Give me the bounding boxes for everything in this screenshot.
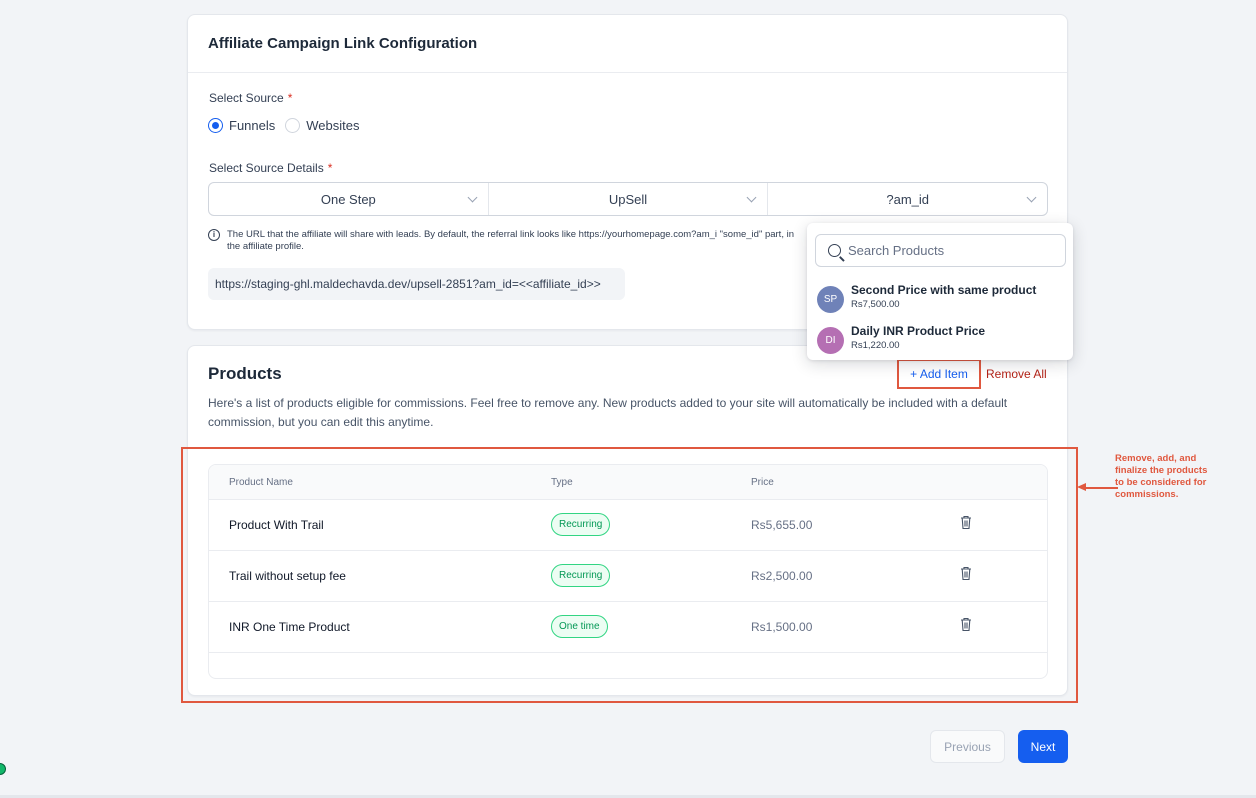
product-name: Product With Trail xyxy=(229,518,324,532)
dropdown-item[interactable]: SP Second Price with same product Rs7,50… xyxy=(817,283,1067,319)
radio-websites[interactable] xyxy=(285,118,301,133)
products-description: Here's a list of products eligible for c… xyxy=(208,396,1008,429)
column-product-name: Product Name xyxy=(229,477,293,488)
type-badge: Recurring xyxy=(551,564,611,587)
trash-icon[interactable] xyxy=(960,515,972,530)
table-row: INR One Time Product One time Rs1,500.00 xyxy=(209,602,1047,653)
product-price: Rs5,655.00 xyxy=(751,518,813,532)
annotation-arrow-head xyxy=(1077,483,1086,491)
select-source-details-label: Select Source Details * xyxy=(209,161,333,175)
chevron-down-icon xyxy=(1026,192,1037,203)
generated-url[interactable]: https://staging-ghl.maldechavda.dev/upse… xyxy=(208,268,625,300)
param-select-value: ?am_id xyxy=(886,191,929,207)
select-source-label: Select Source * xyxy=(209,91,293,105)
product-price: Rs1,500.00 xyxy=(751,620,813,634)
config-card-title: Affiliate Campaign Link Configuration xyxy=(208,35,478,52)
dropdown-item[interactable]: DI Daily INR Product Price Rs1,220.00 xyxy=(817,324,1067,360)
url-info-text: The URL that the affiliate will share wi… xyxy=(227,229,794,252)
dropdown-item-price: Rs1,220.00 xyxy=(851,340,900,351)
table-header: Product Name Type Price xyxy=(209,465,1047,500)
dropdown-item-name: Daily INR Product Price xyxy=(851,324,986,338)
source-details-selects: One Step UpSell ?am_id xyxy=(208,182,1048,216)
product-search-dropdown: Search Products SP Second Price with sam… xyxy=(807,223,1073,360)
source-radio-group: Funnels Websites xyxy=(208,118,365,133)
step-select[interactable]: UpSell xyxy=(489,183,769,215)
search-products-input[interactable]: Search Products xyxy=(815,234,1066,267)
table-row: Trail without setup fee Recurring Rs2,50… xyxy=(209,551,1047,602)
products-table: Product Name Type Price Product With Tra… xyxy=(208,464,1048,679)
radio-websites-label[interactable]: Websites xyxy=(306,118,359,133)
info-icon: i xyxy=(208,229,220,241)
funnel-select-value: One Step xyxy=(320,191,376,207)
previous-button[interactable]: Previous xyxy=(930,730,1005,763)
search-icon xyxy=(828,244,841,257)
chevron-down-icon xyxy=(467,192,478,203)
step-select-value: UpSell xyxy=(608,191,648,207)
products-title: Products xyxy=(208,364,282,383)
url-info: i The URL that the affiliate will share … xyxy=(208,229,808,253)
param-select[interactable]: ?am_id xyxy=(768,183,1047,215)
search-placeholder: Search Products xyxy=(848,243,945,258)
radio-funnels[interactable] xyxy=(208,118,223,133)
add-item-button[interactable]: + Add Item xyxy=(897,359,981,389)
column-price: Price xyxy=(751,477,774,488)
status-indicator xyxy=(0,763,6,775)
products-card: Products + Add Item Remove All Here's a … xyxy=(187,345,1068,696)
funnel-select[interactable]: One Step xyxy=(209,183,489,215)
dropdown-item-price: Rs7,500.00 xyxy=(851,299,900,310)
product-price: Rs2,500.00 xyxy=(751,569,813,583)
type-badge: Recurring xyxy=(551,513,611,536)
annotation-text: Remove, add, and finalize the products t… xyxy=(1115,453,1208,500)
annotation-arrow-line xyxy=(1084,487,1118,489)
radio-funnels-label[interactable]: Funnels xyxy=(229,118,275,133)
chevron-down-icon xyxy=(746,192,757,203)
type-badge: One time xyxy=(551,615,608,638)
dropdown-item-name: Second Price with same product xyxy=(851,283,1037,297)
remove-all-button[interactable]: Remove All xyxy=(986,367,1047,381)
trash-icon[interactable] xyxy=(960,617,972,632)
table-row: Product With Trail Recurring Rs5,655.00 xyxy=(209,500,1047,551)
product-name: Trail without setup fee xyxy=(229,569,346,583)
avatar: DI xyxy=(817,327,844,354)
product-name: INR One Time Product xyxy=(229,620,350,634)
next-button[interactable]: Next xyxy=(1018,730,1068,763)
trash-icon[interactable] xyxy=(960,566,972,581)
avatar: SP xyxy=(817,286,844,313)
column-type: Type xyxy=(551,477,573,488)
divider xyxy=(188,72,1067,73)
